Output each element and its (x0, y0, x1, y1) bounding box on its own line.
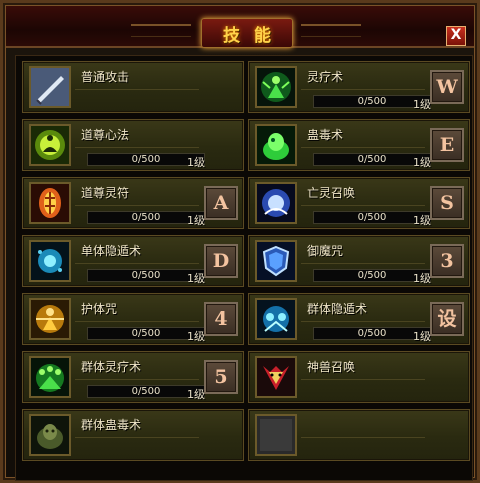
skill-slot[interactable]: 单体隐遁术 0/500 1级 D (22, 235, 244, 287)
hotkey-button[interactable]: A (204, 186, 238, 220)
slot-divider (75, 321, 199, 322)
slot-divider (301, 147, 425, 148)
hotkey-button[interactable]: S (430, 186, 464, 220)
body-guard-icon[interactable] (29, 298, 71, 340)
skill-name: 道尊心法 (81, 128, 130, 142)
skill-level: 1级 (187, 272, 205, 285)
undead-summon-icon[interactable] (255, 182, 297, 224)
empty-slot-icon (255, 414, 297, 456)
skill-name: 灵疗术 (307, 70, 344, 84)
skill-level: 1级 (187, 330, 205, 343)
close-button[interactable]: X (446, 26, 466, 46)
skill-slot[interactable]: 御魔咒 0/500 1级 3 (248, 235, 470, 287)
sword-icon[interactable] (29, 66, 71, 108)
skill-name: 护体咒 (81, 302, 118, 316)
skill-name: 群体蛊毒术 (81, 418, 142, 432)
skill-slot[interactable]: 护体咒 0/500 1级 4 (22, 293, 244, 345)
group-stealth-icon[interactable] (255, 298, 297, 340)
slot-divider (301, 89, 425, 90)
title-plate: 技能 (201, 18, 293, 48)
skill-name: 群体隐遁术 (307, 302, 368, 316)
title-ornament-left (131, 24, 191, 37)
hotkey-button[interactable]: D (204, 244, 238, 278)
hotkey-button[interactable]: 5 (204, 360, 238, 394)
skill-name: 普通攻击 (81, 70, 130, 84)
skill-level: 1级 (187, 156, 205, 169)
slot-divider (301, 263, 425, 264)
skill-level: 1级 (413, 156, 431, 169)
slot-divider (301, 205, 425, 206)
slot-divider (301, 437, 425, 438)
slot-divider (75, 263, 199, 264)
slot-divider (75, 147, 199, 148)
skill-name: 亡灵召唤 (307, 186, 356, 200)
poison-icon[interactable] (255, 124, 297, 166)
title-bar[interactable]: 技能 X (6, 6, 474, 48)
hotkey-button[interactable]: 3 (430, 244, 464, 278)
skill-name: 群体灵疗术 (81, 360, 142, 374)
slot-divider (301, 379, 425, 380)
stealth-icon[interactable] (29, 240, 71, 282)
slot-divider (301, 321, 425, 322)
skills-grid: 普通攻击 灵疗术 0/500 1级 W 道尊心法 0/500 1级 蛊毒术 0/… (15, 55, 473, 481)
skill-name: 御魔咒 (307, 244, 344, 258)
title-ornament-right (301, 24, 361, 37)
shield-icon[interactable] (255, 240, 297, 282)
skill-slot[interactable]: 普通攻击 (22, 61, 244, 113)
skill-slot[interactable]: 群体隐遁术 0/500 1级 设 (248, 293, 470, 345)
skill-slot[interactable]: 群体灵疗术 0/500 1级 5 (22, 351, 244, 403)
beast-summon-icon[interactable] (255, 356, 297, 398)
skill-level: 1级 (187, 388, 205, 401)
hotkey-button[interactable]: 设 (430, 302, 464, 336)
heal-spirit-icon[interactable] (255, 66, 297, 108)
skill-level: 1级 (413, 272, 431, 285)
skills-window: 技能 X 普通攻击 灵疗术 0/500 1级 W 道尊心法 0/500 1级 蛊… (0, 0, 480, 483)
window-title: 技能 (223, 26, 285, 46)
skill-slot[interactable]: 蛊毒术 0/500 1级 E (248, 119, 470, 171)
skill-level: 1级 (187, 214, 205, 227)
group-heal-icon[interactable] (29, 356, 71, 398)
hotkey-button[interactable]: W (430, 70, 464, 104)
skill-name: 单体隐遁术 (81, 244, 142, 258)
hotkey-button[interactable]: 4 (204, 302, 238, 336)
skill-level: 1级 (413, 214, 431, 227)
slot-divider (75, 379, 199, 380)
skill-slot[interactable]: 神兽召唤 (248, 351, 470, 403)
skill-name: 神兽召唤 (307, 360, 356, 374)
skill-slot[interactable] (248, 409, 470, 461)
skill-name: 道尊灵符 (81, 186, 130, 200)
group-poison-icon[interactable] (29, 414, 71, 456)
skill-name: 蛊毒术 (307, 128, 344, 142)
skill-slot[interactable]: 亡灵召唤 0/500 1级 S (248, 177, 470, 229)
skill-level: 1级 (413, 98, 431, 111)
slot-divider (75, 205, 199, 206)
skill-slot[interactable]: 道尊灵符 0/500 1级 A (22, 177, 244, 229)
talisman-icon[interactable] (29, 182, 71, 224)
slot-divider (75, 437, 199, 438)
meditation-icon[interactable] (29, 124, 71, 166)
skill-slot[interactable]: 道尊心法 0/500 1级 (22, 119, 244, 171)
skill-level: 1级 (413, 330, 431, 343)
skill-slot[interactable]: 灵疗术 0/500 1级 W (248, 61, 470, 113)
skill-slot[interactable]: 群体蛊毒术 (22, 409, 244, 461)
slot-divider (75, 89, 199, 90)
hotkey-button[interactable]: E (430, 128, 464, 162)
